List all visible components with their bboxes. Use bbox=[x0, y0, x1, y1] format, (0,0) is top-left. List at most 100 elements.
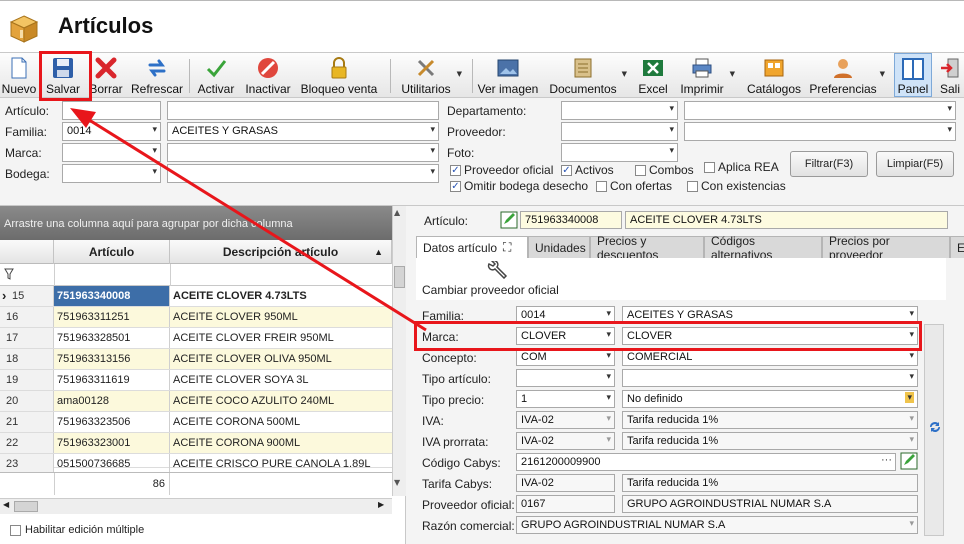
bodega-code-select[interactable]: ▾ bbox=[62, 164, 161, 183]
panel-button[interactable]: Panel bbox=[894, 53, 932, 97]
scroll-down-icon[interactable]: ▼ bbox=[394, 478, 400, 487]
detail-cabys-input[interactable]: 2161200009900 ··· bbox=[516, 453, 896, 471]
articulo-cell[interactable]: 751963323001 bbox=[54, 433, 170, 453]
proveedor-code-select[interactable]: ▾ bbox=[561, 122, 678, 141]
utilitarios-button[interactable]: Utilitarios ▼ bbox=[399, 53, 462, 97]
column-header-articulo[interactable]: Artículo bbox=[54, 240, 170, 264]
expand-icon[interactable]: ⛶ bbox=[503, 240, 511, 255]
table-row[interactable]: 16 751963311251 ACEITE CLOVER 950ML bbox=[0, 307, 392, 328]
combos-checkbox[interactable]: Combos bbox=[635, 163, 694, 177]
foto-select[interactable]: ▾ bbox=[561, 143, 678, 162]
marca-code-select[interactable]: ▾ bbox=[62, 143, 161, 162]
filtrar-button[interactable]: Filtrar(F3) bbox=[790, 151, 868, 177]
activos-checkbox[interactable]: ✓ Activos bbox=[561, 163, 614, 177]
articulo-filter-input[interactable] bbox=[62, 101, 161, 120]
scrollbar-thumb[interactable] bbox=[14, 501, 38, 512]
detail-iva-prorrata-code[interactable]: IVA-02 ▾ bbox=[516, 432, 615, 450]
table-row[interactable]: 18 751963313156 ACEITE CLOVER OLIVA 950ML bbox=[0, 349, 392, 370]
detail-marca-name[interactable]: CLOVER ▾ bbox=[622, 327, 918, 345]
activar-button[interactable]: Activar bbox=[195, 53, 237, 97]
descripcion-cell[interactable]: ACEITE CLOVER FREIR 950ML bbox=[170, 328, 392, 348]
detail-tipo-precio-code[interactable]: 1 ▾ bbox=[516, 390, 615, 408]
preferencias-button[interactable]: Preferencias ▼ bbox=[809, 53, 885, 97]
detail-tipo-precio-name[interactable]: No definido ▾ bbox=[622, 390, 918, 408]
detail-iva-code[interactable]: IVA-02 ▾ bbox=[516, 411, 615, 429]
tab-codigos-alternativos[interactable]: Códigos alternativos bbox=[704, 234, 822, 262]
familia-name-select[interactable]: ACEITES Y GRASAS ▾ bbox=[167, 122, 439, 141]
con-ofertas-checkbox[interactable]: Con ofertas bbox=[596, 179, 672, 193]
detail-concepto-code[interactable]: COM ▾ bbox=[516, 348, 615, 366]
descripcion-cell[interactable]: ACEITE CLOVER SOYA 3L bbox=[170, 370, 392, 390]
detail-tipo-articulo-name[interactable]: ▾ bbox=[622, 369, 918, 387]
descripcion-cell[interactable]: ACEITE CRISCO PURE CANOLA 1.89L bbox=[170, 454, 392, 474]
tab-ex[interactable]: Ex bbox=[950, 236, 964, 258]
multi-edit-checkbox[interactable]: Habilitar edición múltiple bbox=[10, 524, 144, 536]
cambiar-proveedor-button[interactable]: Cambiar proveedor oficial bbox=[422, 259, 562, 297]
excel-button[interactable]: Excel bbox=[636, 53, 670, 97]
table-row[interactable]: 23 051500736685 ACEITE CRISCO PURE CANOLA … bbox=[0, 454, 392, 474]
marca-name-select[interactable]: ▾ bbox=[167, 143, 439, 162]
detail-marca-code[interactable]: CLOVER ▾ bbox=[516, 327, 615, 345]
articulo-cell[interactable]: 051500736685 bbox=[54, 454, 170, 474]
descripcion-cell[interactable]: ACEITE CLOVER OLIVA 950ML bbox=[170, 349, 392, 369]
descripcion-cell[interactable]: ACEITE CORONA 500ML bbox=[170, 412, 392, 432]
aplica-rea-checkbox[interactable]: Aplica REA bbox=[704, 160, 779, 174]
detail-iva-prorrata-name[interactable]: Tarifa reducida 1% ▾ bbox=[622, 432, 918, 450]
departamento-name-select[interactable]: ▾ bbox=[684, 101, 956, 120]
descripcion-cell[interactable]: ACEITE CLOVER 950ML bbox=[170, 307, 392, 327]
salir-button[interactable]: Sali bbox=[940, 53, 964, 97]
proveedor-name-select[interactable]: ▾ bbox=[684, 122, 956, 141]
edit-note-icon[interactable] bbox=[500, 211, 518, 232]
descripcion-cell[interactable]: ACEITE CLOVER 4.73LTS bbox=[170, 286, 392, 306]
inactivar-button[interactable]: Inactivar bbox=[244, 53, 292, 97]
articulo-desc-filter-input[interactable] bbox=[167, 101, 439, 120]
familia-code-select[interactable]: 0014 ▾ bbox=[62, 122, 161, 141]
grid-horizontal-scrollbar[interactable]: ◀ ▶ bbox=[0, 498, 392, 514]
salvar-button[interactable]: Salvar bbox=[41, 53, 85, 97]
ver-imagen-button[interactable]: Ver imagen bbox=[478, 53, 538, 97]
table-row[interactable]: 21 751963323506 ACEITE CORONA 500ML bbox=[0, 412, 392, 433]
grid-vertical-scrollbar[interactable]: ▲ ▼ bbox=[392, 206, 406, 496]
articulo-cell[interactable]: 751963313156 bbox=[54, 349, 170, 369]
articulo-cell[interactable]: 751963340008 bbox=[54, 286, 170, 306]
articulo-cell[interactable]: 751963311251 bbox=[54, 307, 170, 327]
tab-precios-descuentos[interactable]: Precios y descuentos bbox=[590, 234, 704, 262]
tab-datos-articulo[interactable]: Datos artículo ⛶ bbox=[416, 236, 528, 258]
limpiar-button[interactable]: Limpiar(F5) bbox=[876, 151, 954, 177]
imprimir-button[interactable]: Imprimir ▼ bbox=[678, 53, 735, 97]
omitir-bodega-checkbox[interactable]: ✓ Omitir bodega desecho bbox=[450, 179, 588, 193]
bloqueo-venta-button[interactable]: Bloqueo venta bbox=[300, 53, 378, 97]
scrollbar-thumb[interactable] bbox=[394, 266, 405, 288]
articulo-cell[interactable]: 751963311619 bbox=[54, 370, 170, 390]
nuevo-button[interactable]: Nuevo bbox=[0, 53, 38, 97]
con-existencias-checkbox[interactable]: Con existencias bbox=[687, 179, 786, 193]
articulo-cell[interactable]: ama00128 bbox=[54, 391, 170, 411]
group-by-area[interactable]: Arrastre una columna aquí para agrupar p… bbox=[0, 206, 392, 240]
detail-razon-select[interactable]: GRUPO AGROINDUSTRIAL NUMAR S.A ▾ bbox=[516, 516, 918, 534]
departamento-code-select[interactable]: ▾ bbox=[561, 101, 678, 120]
descripcion-cell[interactable]: ACEITE COCO AZULITO 240ML bbox=[170, 391, 392, 411]
table-row[interactable]: 19 751963311619 ACEITE CLOVER SOYA 3L bbox=[0, 370, 392, 391]
table-row[interactable]: 22 751963323001 ACEITE CORONA 900ML bbox=[0, 433, 392, 454]
detail-familia-name[interactable]: ACEITES Y GRASAS ▾ bbox=[622, 306, 918, 324]
refrescar-button[interactable]: Refrescar bbox=[130, 53, 184, 97]
articulo-cell[interactable]: 751963323506 bbox=[54, 412, 170, 432]
ellipsis-icon[interactable]: ··· bbox=[881, 454, 892, 466]
detail-iva-name[interactable]: Tarifa reducida 1% ▾ bbox=[622, 411, 918, 429]
column-header-descripcion[interactable]: Descripción artículo ▲ bbox=[170, 240, 392, 264]
table-row[interactable]: 17 751963328501 ACEITE CLOVER FREIR 950ML bbox=[0, 328, 392, 349]
table-row[interactable]: 15 751963340008 ACEITE CLOVER 4.73LTS › bbox=[0, 286, 392, 307]
tab-unidades[interactable]: Unidades bbox=[528, 236, 590, 258]
articulo-cell[interactable]: 751963328501 bbox=[54, 328, 170, 348]
bodega-name-select[interactable]: ▾ bbox=[167, 164, 439, 183]
detail-concepto-name[interactable]: COMERCIAL ▾ bbox=[622, 348, 918, 366]
proveedor-oficial-checkbox[interactable]: ✓ Proveedor oficial bbox=[450, 163, 553, 177]
scroll-up-icon[interactable]: ▲ bbox=[394, 208, 400, 217]
grid-filter-row[interactable] bbox=[0, 264, 392, 286]
scroll-left-icon[interactable]: ◀ bbox=[3, 500, 9, 509]
documentos-button[interactable]: Documentos ▼ bbox=[548, 53, 627, 97]
table-row[interactable]: 20 ama00128 ACEITE COCO AZULITO 240ML bbox=[0, 391, 392, 412]
descripcion-cell[interactable]: ACEITE CORONA 900ML bbox=[170, 433, 392, 453]
edit-cabys-icon[interactable] bbox=[900, 452, 918, 473]
sync-icon[interactable] bbox=[928, 420, 942, 437]
